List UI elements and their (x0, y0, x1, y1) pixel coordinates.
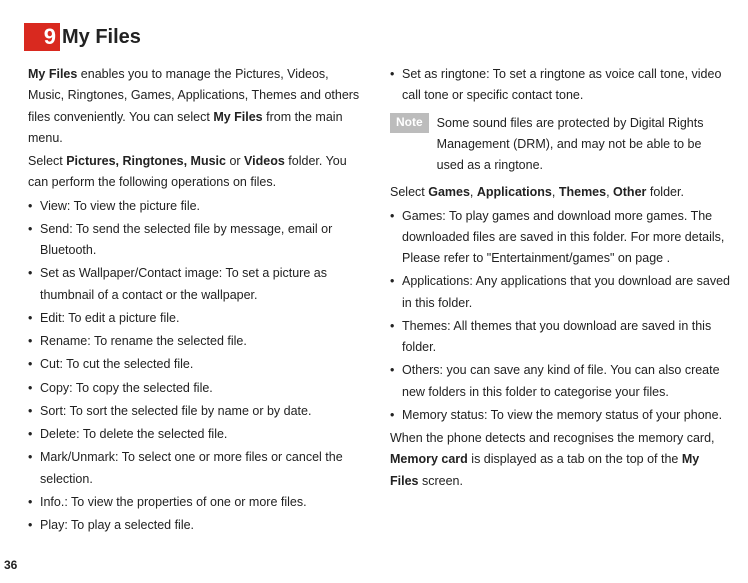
list-item: Copy: To copy the selected file. (28, 378, 368, 399)
list-item: Send: To send the selected file by messa… (28, 219, 368, 262)
select2-bold-1: Games (428, 185, 470, 199)
list-item: Info.: To view the properties of one or … (28, 492, 368, 513)
list-item: Play: To play a selected file. (28, 515, 368, 536)
select-bold-1: Pictures, Ringtones, Music (66, 154, 226, 168)
select2-text-3: , (552, 185, 559, 199)
select-text-2: or (226, 154, 244, 168)
closing-paragraph: When the phone detects and recognises th… (390, 428, 730, 492)
select2-text-5: folder. (646, 185, 684, 199)
chapter-title: My Files (62, 20, 141, 54)
select-paragraph-2: Select Games, Applications, Themes, Othe… (390, 182, 730, 203)
select2-bold-2: Applications (477, 185, 552, 199)
select2-bold-3: Themes (559, 185, 606, 199)
note-label: Note (390, 113, 429, 133)
chapter-header: 9 My Files (24, 20, 730, 54)
intro-paragraph: My Files enables you to manage the Pictu… (28, 64, 368, 149)
closing-text-2: is displayed as a tab on the top of the (468, 452, 682, 466)
select-text-1: Select (28, 154, 66, 168)
note-text: Some sound files are protected by Digita… (429, 113, 730, 177)
chapter-number-badge: 9 (24, 23, 60, 51)
closing-bold-1: Memory card (390, 452, 468, 466)
list-item: Cut: To cut the selected file. (28, 354, 368, 375)
folders-list: Games: To play games and download more g… (390, 206, 730, 427)
list-item: Mark/Unmark: To select one or more files… (28, 447, 368, 490)
list-item: Set as ringtone: To set a ringtone as vo… (390, 64, 730, 107)
list-item: Rename: To rename the selected file. (28, 331, 368, 352)
list-item: Applications: Any applications that you … (390, 271, 730, 314)
list-item: Sort: To sort the selected file by name … (28, 401, 368, 422)
select-paragraph-1: Select Pictures, Ringtones, Music or Vid… (28, 151, 368, 194)
list-item: Others: you can save any kind of file. Y… (390, 360, 730, 403)
select-bold-2: Videos (244, 154, 285, 168)
closing-text-3: screen. (419, 474, 463, 488)
select2-text-4: , (606, 185, 613, 199)
list-item: Games: To play games and download more g… (390, 206, 730, 270)
intro-bold-2: My Files (213, 110, 262, 124)
select2-bold-4: Other (613, 185, 646, 199)
intro-bold-1: My Files (28, 67, 77, 81)
list-item: Delete: To delete the selected file. (28, 424, 368, 445)
list-item: Edit: To edit a picture file. (28, 308, 368, 329)
list-item: Themes: All themes that you download are… (390, 316, 730, 359)
list-item: Memory status: To view the memory status… (390, 405, 730, 426)
list-item: View: To view the picture file. (28, 196, 368, 217)
list-item: Set as Wallpaper/Contact image: To set a… (28, 263, 368, 306)
page-number: 36 (4, 555, 17, 575)
select2-text-1: Select (390, 185, 428, 199)
select2-text-2: , (470, 185, 477, 199)
body-columns: My Files enables you to manage the Pictu… (28, 64, 730, 564)
note-box: Note Some sound files are protected by D… (390, 113, 730, 177)
closing-text-1: When the phone detects and recognises th… (390, 431, 715, 445)
